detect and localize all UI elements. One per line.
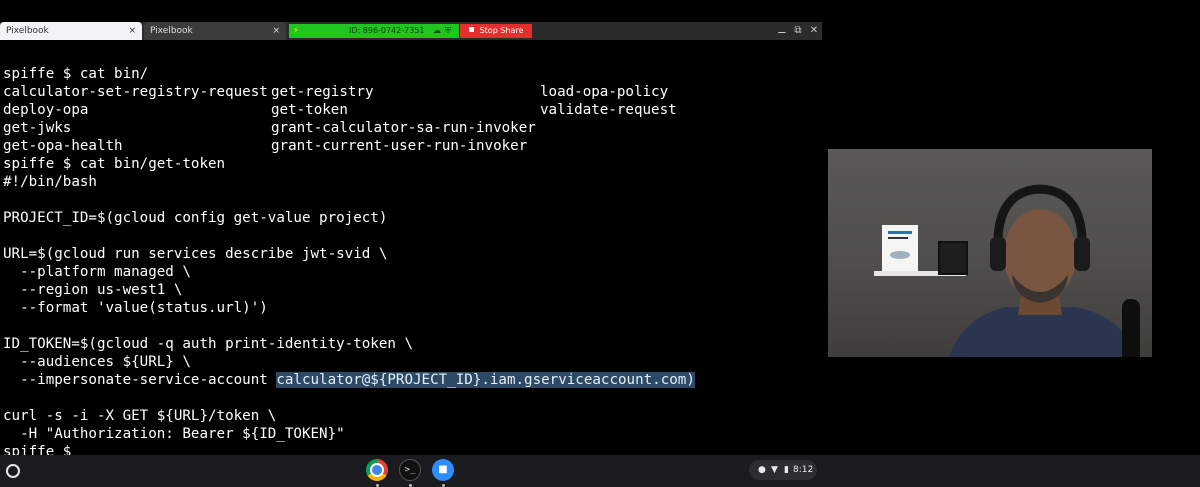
tab-pixelbook-active[interactable]: Pixelbook × [0,22,142,40]
ls-entry: get-jwks [3,120,72,136]
terminal-line: --region us-west1 \ [3,282,183,298]
book-title-bar [888,231,912,234]
tab-pixelbook[interactable]: Pixelbook × [144,22,286,40]
terminal-line: spiffe $ cat bin/ [3,66,149,82]
clock: 8:12 [793,465,814,475]
screen-share-bar: ⚡ ID: 896-0742-7351 ☁ ⛨ [289,24,459,38]
tab-label: Pixelbook [150,26,193,36]
selected-text[interactable]: calculator@${PROJECT_ID}.iam.gserviceacc… [276,372,695,388]
terminal-line: --platform managed \ [3,264,191,280]
terminal-window[interactable]: spiffe $ cat bin/ calculator-set-registr… [0,40,822,460]
close-icon[interactable]: ✕ [806,22,822,40]
whale-illustration [890,251,910,259]
terminal-line: curl -s -i -X GET ${URL}/token \ [3,408,277,424]
chrome-icon[interactable] [366,459,388,481]
tab-close-icon[interactable]: × [128,22,136,40]
terminal-line: ID_TOKEN=$(gcloud -q auth print-identity… [3,336,413,352]
book-cover [882,225,918,271]
ls-entry: calculator-set-registry-request [3,84,268,100]
ls-entry: deploy-opa [3,102,89,118]
ls-entry: get-opa-health [3,138,123,154]
ls-entry: validate-request [540,102,677,118]
ls-entry: grant-calculator-sa-run-invoker [271,120,536,136]
terminal-line: spiffe $ cat bin/get-token [3,156,226,172]
stop-share-button[interactable]: Stop Share [460,24,532,38]
zoom-icon[interactable]: ■ [432,459,454,481]
ls-entry: get-token [271,102,348,118]
terminal-line: URL=$(gcloud run services describe jwt-s… [3,246,388,262]
terminal-line: --audiences ${URL} \ [3,354,191,370]
battery-icon: ▮ [784,465,789,475]
status-tray[interactable]: ● ▼ ▮ 8:12 [749,460,817,480]
system-shelf: >_ ■ ● ▼ ▮ 8:12 [0,455,1200,487]
launcher-icon[interactable] [6,464,20,478]
cloud-icon: ☁ [433,26,441,35]
webcam-video [828,149,1152,357]
terminal-line: #!/bin/bash [3,174,97,190]
stop-icon [468,27,474,32]
browser-tab-strip: Pixelbook × Pixelbook × ⚡ ID: 896-0742-7… [0,22,822,40]
ls-entry: get-registry [271,84,374,100]
terminal-line: -H "Authorization: Bearer ${ID_TOKEN}" [3,426,345,442]
tab-label: Pixelbook [6,26,49,36]
terminal-text: --impersonate-service-account [3,372,277,388]
window-controls: ⚊ ⧉ ✕ [774,22,822,40]
share-id-text: ID: 896-0742-7351 [349,26,425,35]
restore-icon[interactable]: ⧉ [790,22,806,40]
terminal-prompt: spiffe $ [3,444,72,460]
book-subtitle-bar [888,237,908,239]
terminal-line: PROJECT_ID=$(gcloud config get-value pro… [3,210,388,226]
status-icon: ● [758,465,766,475]
ls-entry: grant-current-user-run-invoker [271,138,528,154]
terminal-icon[interactable]: >_ [399,459,421,481]
tab-close-icon[interactable]: × [272,22,280,40]
stop-share-label: Stop Share [479,26,524,35]
ls-entry: load-opa-policy [540,84,669,100]
wifi-icon: ▼ [771,465,778,475]
presenter [949,184,1140,357]
minimize-icon[interactable]: ⚊ [774,22,790,40]
terminal-line: --format 'value(status.url)') [3,300,268,316]
shield-icon: ⛨ [445,26,451,35]
bolt-icon: ⚡ [293,26,299,35]
terminal-line: --impersonate-service-account calculator… [3,371,695,389]
